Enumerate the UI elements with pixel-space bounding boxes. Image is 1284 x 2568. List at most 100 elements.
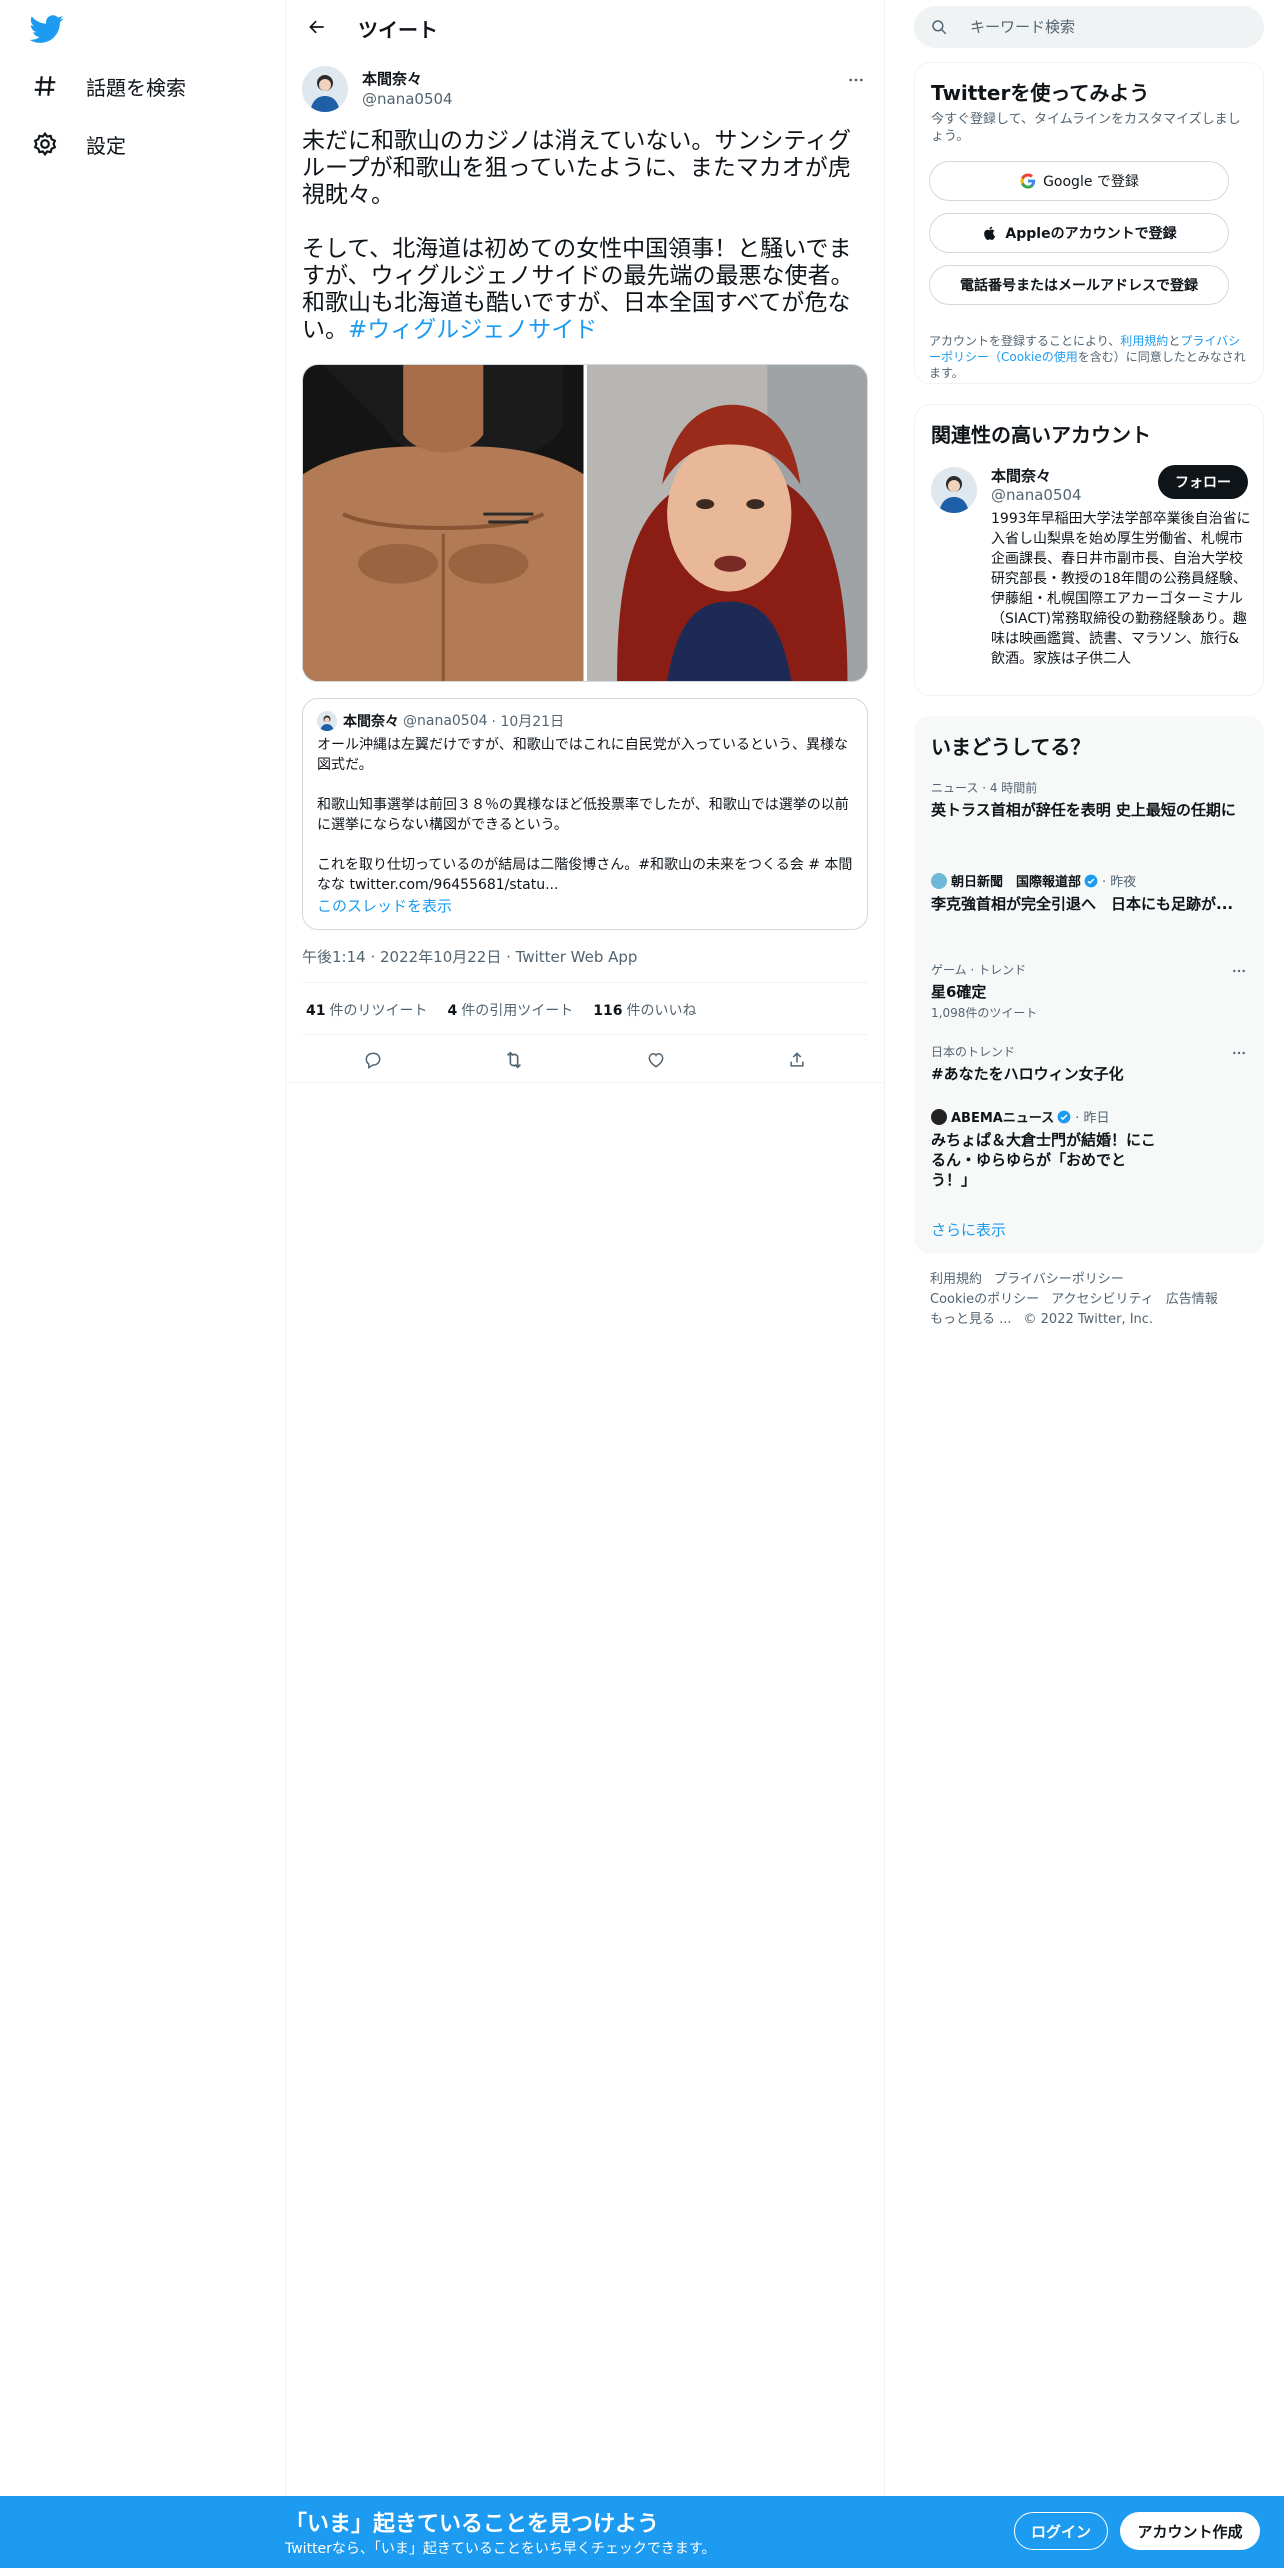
trend-category: ゲーム · トレンド — [931, 963, 1027, 977]
trend-item[interactable]: ゲーム · トレンド 星6確定 1,098件のツイート — [931, 961, 1251, 1021]
reply-icon[interactable] — [355, 1042, 391, 1078]
show-more-link[interactable]: さらに表示 — [931, 1219, 1006, 1240]
nav-item-label: 設定 — [86, 133, 126, 158]
divider — [286, 1082, 884, 1083]
page-header: ツイート — [286, 0, 884, 54]
hashtag-link[interactable]: #ウィグルジェノサイド — [348, 317, 597, 343]
verified-badge-icon — [1057, 1110, 1071, 1124]
trend-time: · 昨夜 — [1102, 875, 1137, 890]
trend-source: 朝日新聞 国際報道部 · 昨夜 — [931, 871, 1251, 890]
create-account-button[interactable]: アカウント作成 — [1120, 2512, 1260, 2550]
tweet-timestamp[interactable]: 午後1:14 · 2022年10月22日 · Twitter Web App — [302, 946, 637, 967]
quoted-author-handle: @nana0504 — [403, 713, 488, 729]
apple-icon — [981, 224, 999, 242]
nav-item-explore[interactable]: 話題を検索 — [30, 58, 186, 114]
trends-title: いまどうしてる？ — [931, 735, 1091, 759]
avatar[interactable] — [302, 66, 348, 112]
trends-card: いまどうしてる？ ニュース · 4 時間前 英トラス首相が辞任を表明 史上最短の… — [914, 716, 1264, 1254]
page-title: ツイート — [358, 18, 438, 42]
tweet-body: 未だに和歌山のカジノは消えていない。サンシティグループが和歌山を狙っていたように… — [302, 128, 854, 343]
quote-label: 件の引用ツイート — [461, 1003, 574, 1019]
copyright: © 2022 Twitter, Inc. — [1023, 1312, 1154, 1327]
footer-link[interactable]: Cookieのポリシー — [930, 1292, 1039, 1307]
signup-banner: 「いま」起きていることを見つけよう Twitterなら、「いま」起きていることを… — [0, 2496, 1284, 2568]
share-icon[interactable] — [779, 1042, 815, 1078]
search-icon — [930, 18, 948, 36]
news-source-icon — [931, 872, 947, 889]
trend-item[interactable]: 朝日新聞 国際報道部 · 昨夜 李克強首相が完全引退へ 日本にも足跡が... — [931, 871, 1251, 914]
trend-category: ニュース · 4 時間前 — [931, 781, 1038, 795]
media-photo-2[interactable] — [586, 365, 867, 681]
related-handle[interactable]: @nana0504 — [991, 486, 1082, 504]
google-icon — [1019, 172, 1037, 190]
author-name[interactable]: 本間奈々 — [362, 68, 422, 89]
tweet-stats: 41 件のリツイート 4 件の引用ツイート 116 件のいいね — [306, 1000, 696, 1020]
more-options-icon[interactable] — [1227, 1043, 1251, 1063]
quoted-date: · 10月21日 — [491, 714, 565, 730]
related-title: 関連性の高いアカウント — [931, 423, 1151, 447]
footer-links: 利用規約 プライバシーポリシー Cookieのポリシー アクセシビリティ 広告情報 も… — [930, 1270, 1260, 1330]
banner-title: 「いま」起きていることを見つけよう — [285, 2512, 660, 2537]
retweet-icon[interactable] — [496, 1042, 532, 1078]
follow-button[interactable]: フォロー — [1158, 465, 1248, 499]
trend-topic: 英トラス首相が辞任を表明 史上最短の任期に — [931, 801, 1236, 819]
arrow-left-icon[interactable] — [300, 10, 334, 44]
trend-source: ABEMAニュース · 昨日 — [931, 1107, 1251, 1126]
google-signup-button[interactable]: Google で登録 — [929, 161, 1229, 201]
quoted-text: オール沖縄は左翼だけですが、和歌山ではこれに自民党が入っているという、異様な図式… — [317, 737, 853, 893]
footer-link[interactable]: もっと見る ... — [930, 1312, 1012, 1327]
avatar[interactable] — [931, 467, 977, 513]
phone-email-signup-label: 電話番号またはメールアドレスで登録 — [960, 278, 1198, 294]
trend-topic: #あなたをハロウィン女子化 — [931, 1065, 1124, 1083]
like-icon[interactable] — [638, 1042, 674, 1078]
left-navigation: 話題を検索 設定 — [0, 0, 285, 2568]
footer-link[interactable]: 利用規約 — [930, 1272, 982, 1287]
terms-text-pre: アカウントを登録することにより、 — [929, 334, 1121, 348]
apple-signup-button[interactable]: Appleのアカウントで登録 — [929, 213, 1229, 253]
hashtag-icon — [30, 71, 60, 101]
avatar — [317, 711, 337, 731]
signup-title: Twitterを使ってみよう — [931, 81, 1150, 105]
divider — [302, 1034, 868, 1035]
media-photo-1[interactable] — [303, 365, 584, 681]
trend-time: · 昨日 — [1075, 1111, 1110, 1126]
login-button[interactable]: ログイン — [1014, 2512, 1108, 2550]
quoted-author-name: 本間奈々 — [343, 714, 399, 730]
banner-subtitle: Twitterなら、「いま」起きていることをいち早くチェックできます。 — [285, 2541, 716, 2557]
apple-signup-label: Appleのアカウントで登録 — [1005, 226, 1177, 242]
trend-item[interactable]: ニュース · 4 時間前 英トラス首相が辞任を表明 史上最短の任期に — [931, 779, 1251, 820]
quote-count[interactable]: 4 件の引用ツイート — [447, 1000, 573, 1020]
phone-email-signup-button[interactable]: 電話番号またはメールアドレスで登録 — [929, 265, 1229, 305]
quoted-tweet[interactable]: 本間奈々 @nana0504 · 10月21日 オール沖縄は左翼だけですが、和歌… — [302, 698, 868, 930]
trend-topic: 李克強首相が完全引退へ 日本にも足跡が... — [931, 895, 1234, 913]
retweet-count[interactable]: 41 件のリツイート — [306, 1000, 427, 1020]
trend-category: 日本のトレンド — [931, 1045, 1016, 1059]
footer-link[interactable]: アクセシビリティ — [1051, 1292, 1154, 1307]
divider — [302, 982, 868, 983]
footer-link[interactable]: プライバシーポリシー — [994, 1272, 1124, 1287]
search-box[interactable] — [914, 6, 1264, 48]
author-handle[interactable]: @nana0504 — [362, 90, 453, 108]
related-name[interactable]: 本間奈々 — [991, 465, 1051, 486]
signup-terms: アカウントを登録することにより、利用規約とプライバシーポリシー（Cookieの使… — [929, 333, 1247, 381]
google-signup-label: Google で登録 — [1043, 174, 1139, 190]
tweet-actions — [302, 1040, 868, 1080]
quoted-tweet-header: 本間奈々 @nana0504 · 10月21日 — [317, 711, 564, 731]
search-input[interactable] — [970, 16, 1240, 38]
more-options-icon[interactable] — [1227, 961, 1251, 981]
twitter-bird-icon[interactable] — [29, 12, 66, 46]
trend-item[interactable]: 日本のトレンド #あなたをハロウィン女子化 — [931, 1043, 1251, 1084]
related-accounts-card: 関連性の高いアカウント 本間奈々 @nana0504 フォロー 1993年早稲田… — [914, 404, 1264, 696]
trend-item[interactable]: ABEMAニュース · 昨日 みちょぱ＆大倉士門が結婚！にこるん・ゆらゆらが「お… — [931, 1107, 1251, 1190]
show-thread-link[interactable]: このスレッドを表示 — [317, 895, 452, 916]
nav-item-settings[interactable]: 設定 — [30, 116, 126, 172]
footer-link[interactable]: 広告情報 — [1166, 1292, 1218, 1307]
terms-link[interactable]: 利用規約 — [1120, 334, 1168, 348]
trend-topic: みちょぱ＆大倉士門が結婚！にこるん・ゆらゆらが「おめでとう！」 — [931, 1131, 1156, 1189]
main-column: ツイート 本間奈々 @nana0504 未だに和歌山のカジノは消えていない。サン… — [285, 0, 885, 2500]
nav-item-label: 話題を検索 — [86, 75, 186, 100]
retweet-label: 件のリツイート — [329, 1003, 428, 1019]
tweet-media[interactable] — [302, 364, 868, 682]
more-options-icon[interactable] — [844, 68, 868, 92]
like-count[interactable]: 116 件のいいね — [593, 1000, 696, 1020]
